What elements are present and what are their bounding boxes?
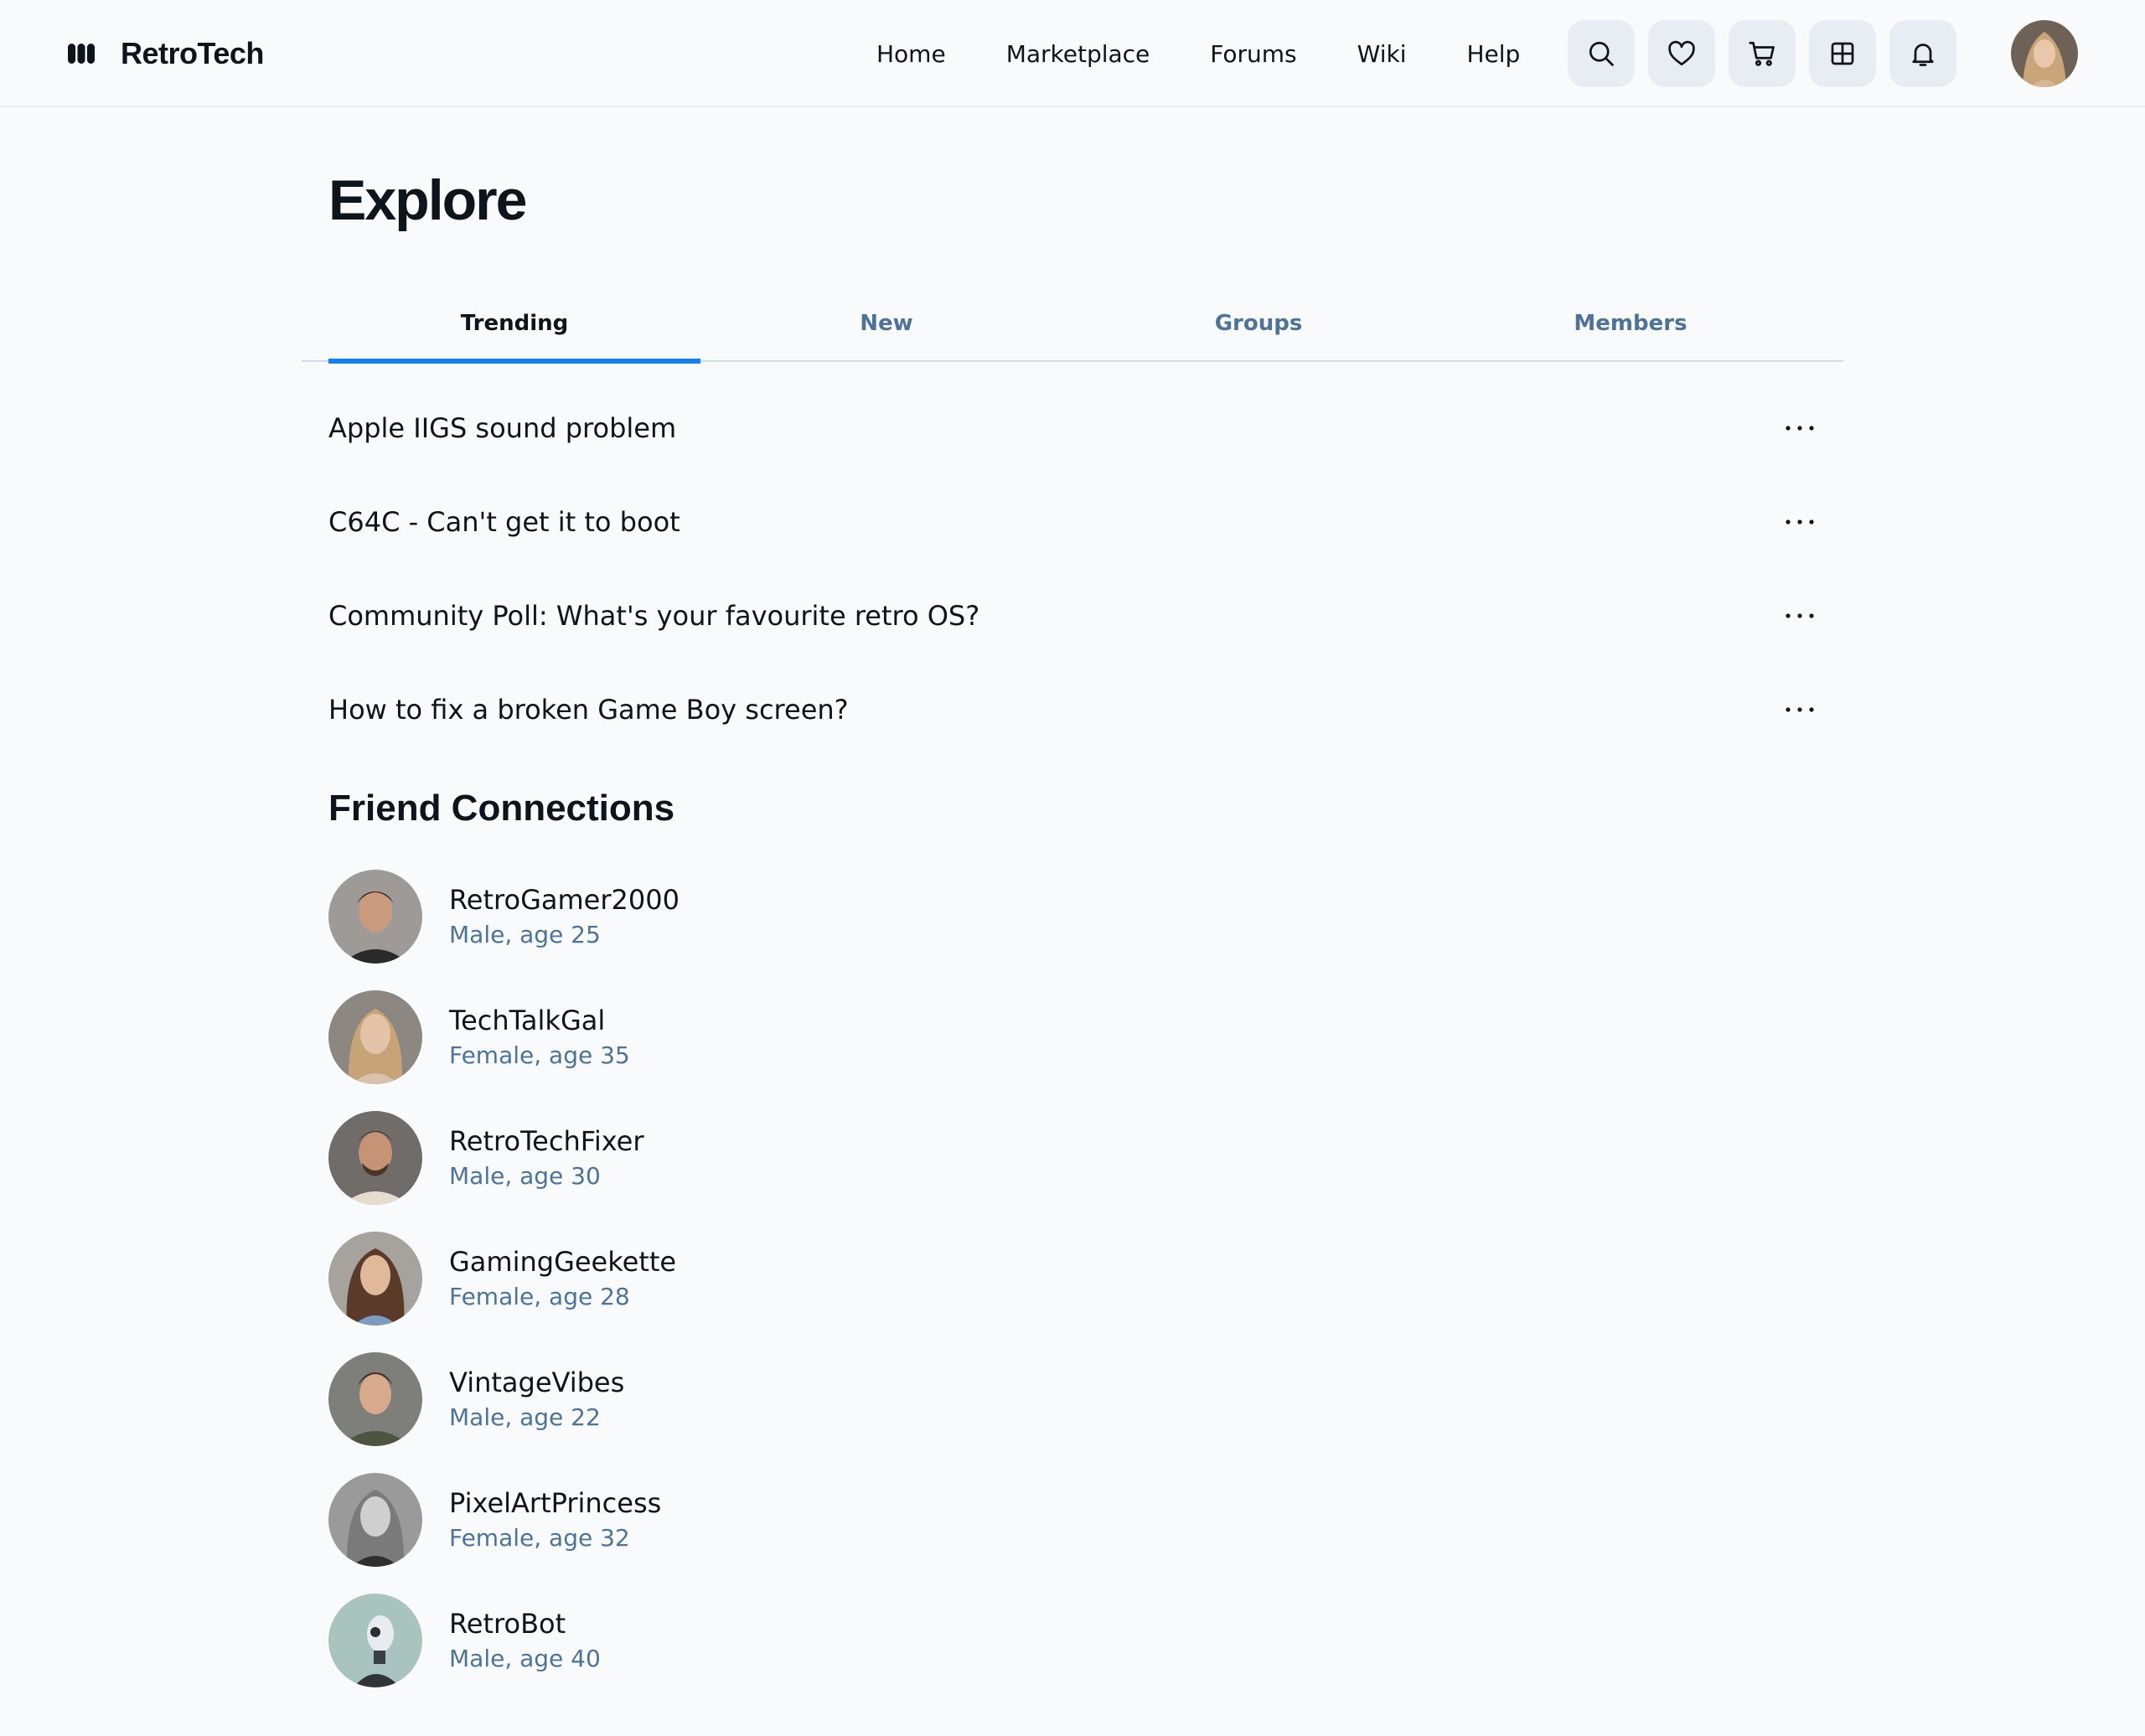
- friend-item[interactable]: RetroTechFixer Male, age 30: [328, 1111, 680, 1232]
- trending-thread-list: Apple IIGS sound problem C64C - Can't ge…: [328, 381, 1817, 757]
- apps-button[interactable]: [1809, 20, 1876, 87]
- thread-item[interactable]: Community Poll: What's your favourite re…: [328, 569, 1817, 663]
- thread-item[interactable]: How to fix a broken Game Boy screen?: [328, 663, 1817, 757]
- user-avatar[interactable]: [2011, 20, 2078, 87]
- search-icon: [1589, 41, 1614, 66]
- friend-meta: Male, age 40: [449, 1645, 601, 1672]
- tab-trending[interactable]: Trending: [328, 285, 700, 364]
- nav-forums[interactable]: Forums: [1210, 40, 1296, 68]
- search-button[interactable]: [1568, 20, 1635, 87]
- friend-avatar: [328, 1352, 422, 1446]
- tab-groups[interactable]: Groups: [1072, 285, 1445, 362]
- brand-name: RetroTech: [121, 36, 264, 70]
- top-header: RetroTech Home Marketplace Forums Wiki H…: [0, 0, 2145, 107]
- nav-help[interactable]: Help: [1466, 40, 1520, 68]
- heart-icon: [1668, 40, 1695, 66]
- thread-title: Apple IIGS sound problem: [328, 412, 677, 444]
- main-nav: Home Marketplace Forums Wiki Help: [876, 34, 1520, 74]
- brand[interactable]: RetroTech: [67, 32, 264, 75]
- cart-icon: [1749, 41, 1775, 66]
- header-actions: [1568, 20, 1970, 87]
- friend-item[interactable]: PixelArtPrincess Female, age 32: [328, 1473, 680, 1594]
- friend-name: GamingGeekette: [449, 1246, 677, 1278]
- favorites-button[interactable]: [1648, 20, 1715, 87]
- friend-avatar: [328, 1111, 422, 1205]
- friend-meta: Male, age 30: [449, 1162, 601, 1190]
- friend-avatar: [328, 1473, 422, 1567]
- friend-list: RetroGamer2000 Male, age 25 TechTalkGal …: [328, 870, 680, 1714]
- more-options-icon[interactable]: [1783, 505, 1817, 539]
- friend-item[interactable]: GamingGeekette Female, age 28: [328, 1232, 680, 1352]
- more-options-icon[interactable]: [1783, 599, 1817, 633]
- tab-new[interactable]: New: [700, 285, 1072, 362]
- brand-logo-icon: [67, 39, 96, 68]
- friend-item[interactable]: TechTalkGal Female, age 35: [328, 990, 680, 1111]
- friend-item[interactable]: RetroBot Male, age 40: [328, 1594, 680, 1714]
- friend-name: RetroGamer2000: [449, 884, 680, 916]
- friend-avatar: [328, 1594, 422, 1687]
- thread-title: How to fix a broken Game Boy screen?: [328, 694, 849, 726]
- thread-title: C64C - Can't get it to boot: [328, 506, 680, 538]
- friend-avatar: [328, 990, 422, 1084]
- nav-wiki[interactable]: Wiki: [1357, 40, 1407, 68]
- friend-name: VintageVibes: [449, 1367, 625, 1398]
- grid-icon: [1831, 42, 1854, 65]
- thread-item[interactable]: Apple IIGS sound problem: [328, 381, 1817, 475]
- more-options-icon[interactable]: [1783, 411, 1817, 445]
- friend-item[interactable]: VintageVibes Male, age 22: [328, 1352, 680, 1473]
- friend-meta: Female, age 28: [449, 1283, 630, 1310]
- friend-avatar: [328, 1232, 422, 1325]
- cart-button[interactable]: [1729, 20, 1796, 87]
- friend-name: PixelArtPrincess: [449, 1487, 662, 1519]
- notifications-button[interactable]: [1889, 20, 1956, 87]
- thread-title: Community Poll: What's your favourite re…: [328, 600, 980, 632]
- friend-name: RetroBot: [449, 1608, 566, 1640]
- nav-marketplace[interactable]: Marketplace: [1006, 40, 1150, 68]
- nav-home[interactable]: Home: [876, 40, 946, 68]
- bell-icon: [1912, 44, 1934, 66]
- tab-members[interactable]: Members: [1445, 285, 1817, 362]
- thread-item[interactable]: C64C - Can't get it to boot: [328, 475, 1817, 569]
- page-title: Explore: [328, 168, 527, 232]
- explore-tabs: Trending New Groups Members: [302, 285, 1843, 364]
- friend-item[interactable]: RetroGamer2000 Male, age 25: [328, 870, 680, 990]
- friend-meta: Female, age 35: [449, 1041, 630, 1069]
- friend-name: TechTalkGal: [449, 1005, 606, 1036]
- friend-meta: Male, age 25: [449, 921, 601, 948]
- friend-meta: Female, age 32: [449, 1524, 630, 1552]
- friend-avatar: [328, 870, 422, 964]
- friend-connections-title: Friend Connections: [328, 788, 675, 829]
- friend-name: RetroTechFixer: [449, 1125, 644, 1157]
- more-options-icon[interactable]: [1783, 693, 1817, 726]
- friend-meta: Male, age 22: [449, 1403, 601, 1431]
